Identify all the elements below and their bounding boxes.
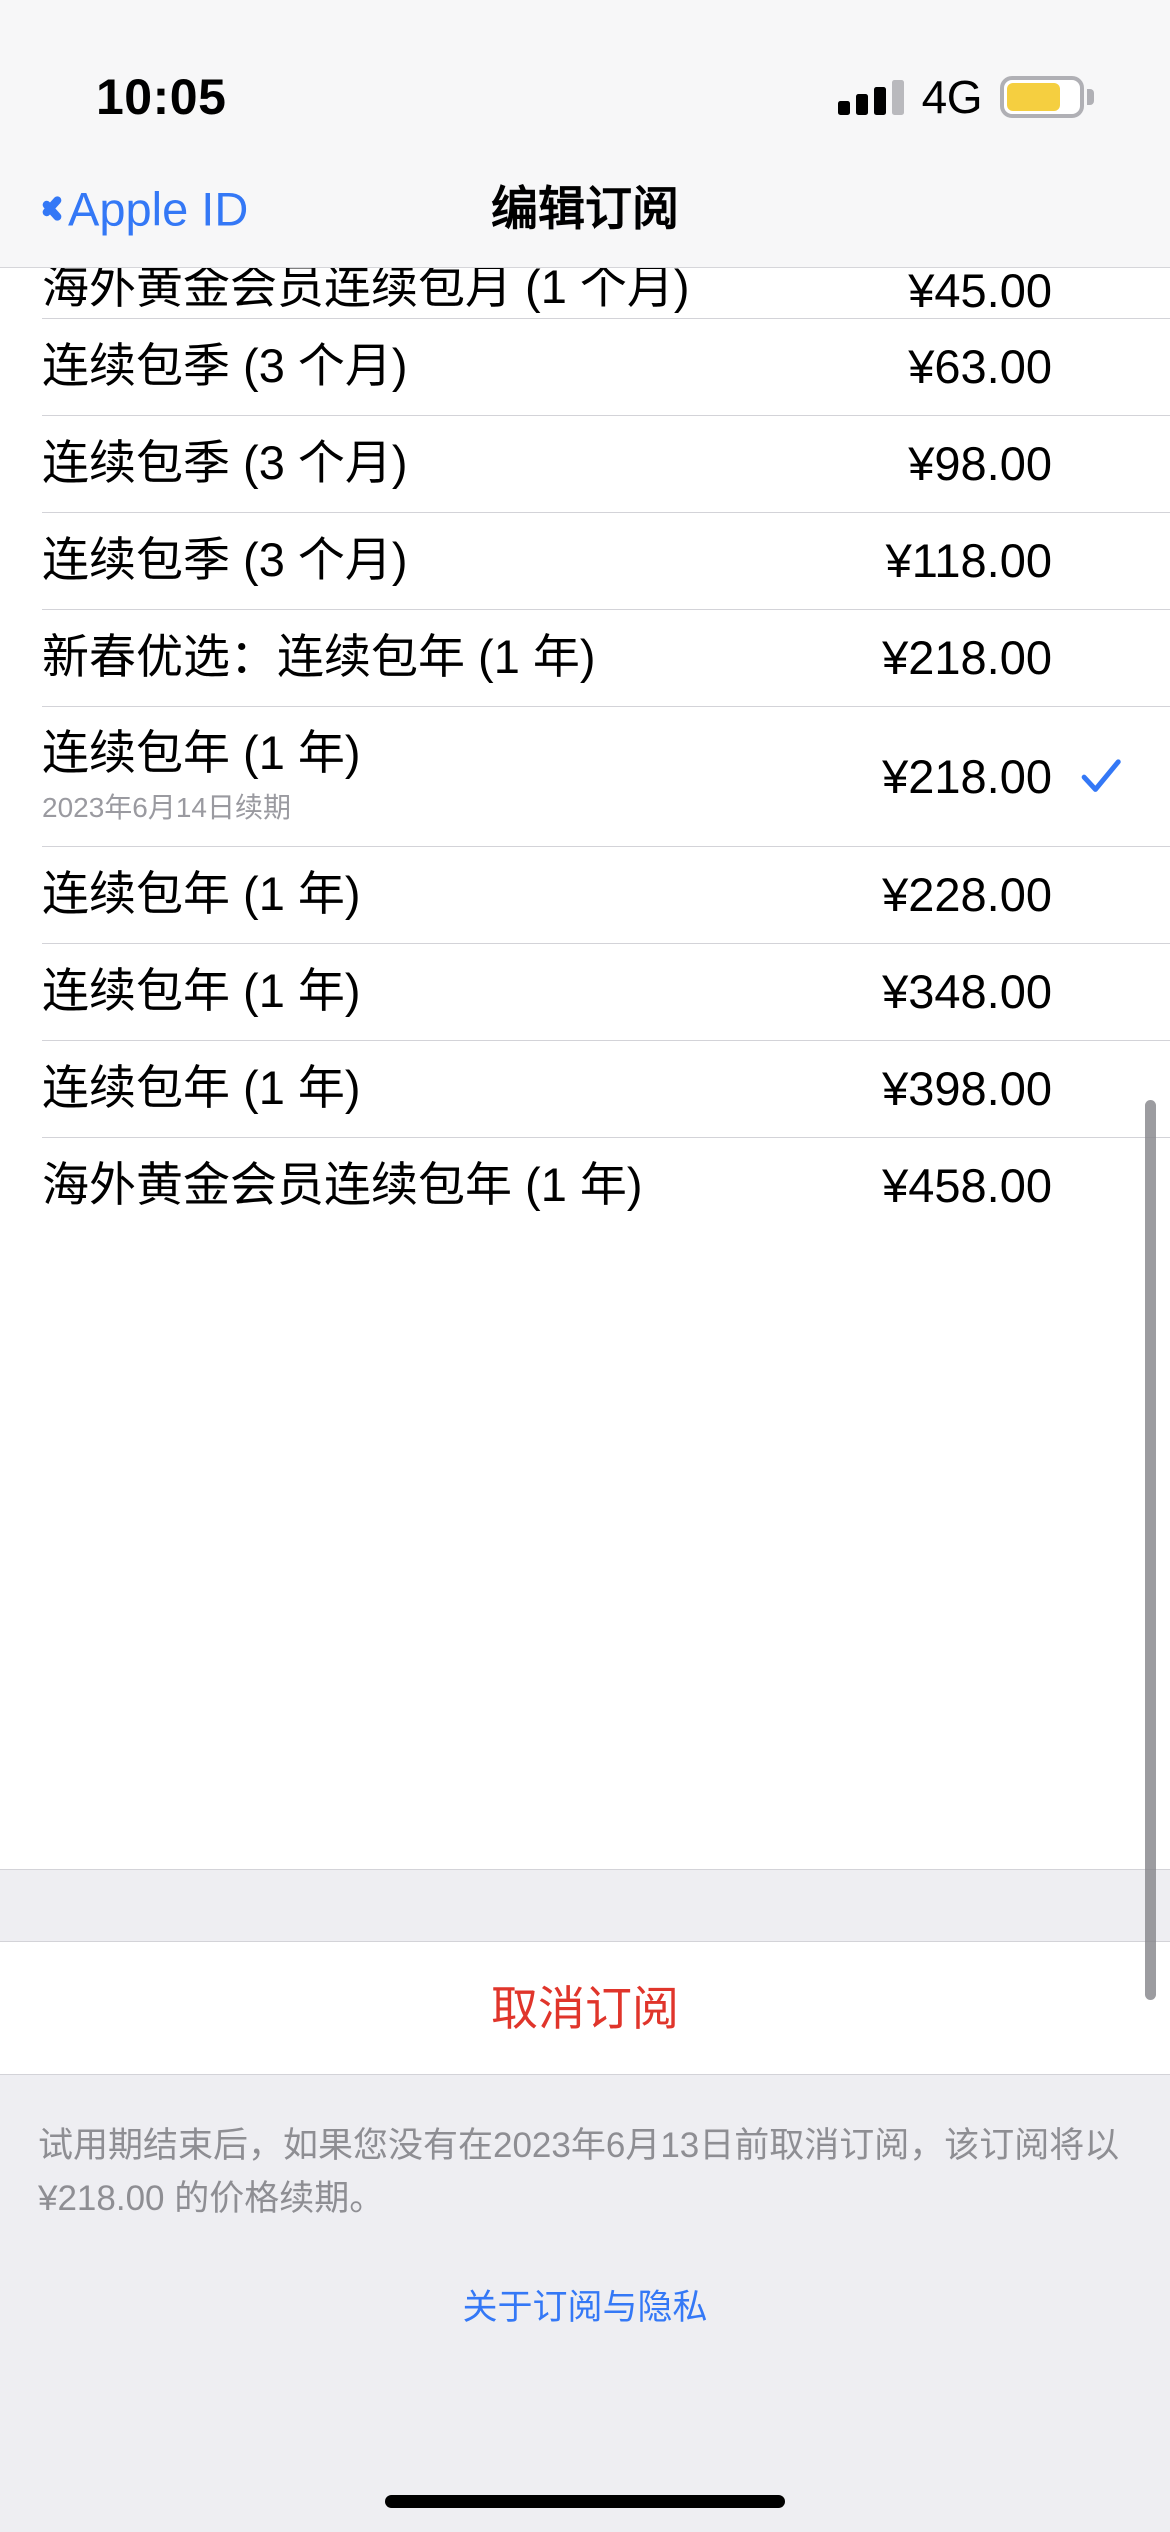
iphone-screen: 10:05 4G Apple ID 编辑订阅 海外黄金会员连续包月 (1 个月)… xyxy=(0,0,1170,2532)
checkmark-icon xyxy=(1078,753,1124,799)
status-bar: 10:05 4G xyxy=(0,0,1170,150)
plan-row-trailing: ¥218.00 xyxy=(882,753,1124,800)
network-type-label: 4G xyxy=(921,71,983,123)
plan-price: ¥348.00 xyxy=(882,965,1052,1018)
about-subscriptions-privacy-link[interactable]: 关于订阅与隐私 xyxy=(38,2285,1132,2331)
plan-title: 连续包年 (1 年) xyxy=(42,726,361,780)
plan-row-trailing: ¥63.00 xyxy=(908,343,1124,390)
cancel-subscription-button[interactable]: 取消订阅 xyxy=(0,1942,1170,2075)
plan-row-text: 新春优选：连续包年 (1 年) xyxy=(42,631,596,684)
plan-title: 连续包年 (1 年) xyxy=(42,1061,361,1115)
plan-row[interactable]: 连续包年 (1 年) 2023年6月14日续期 ¥218.00 xyxy=(0,706,1170,846)
plan-row[interactable]: 新春优选：连续包年 (1 年) ¥218.00 xyxy=(0,609,1170,706)
plan-price: ¥118.00 xyxy=(885,534,1052,587)
section-gap xyxy=(0,1869,1170,1942)
plan-row-trailing: ¥218.00 xyxy=(882,634,1124,681)
plan-renewal-date: 2023年6月14日续期 xyxy=(42,792,292,824)
plan-title: 连续包季 (3 个月) xyxy=(42,533,408,587)
plan-rows-container: 海外黄金会员连续包月 (1 个月) ¥45.00 连续包季 (3 个月) ¥63.00… xyxy=(0,268,1170,1234)
cancel-subscription-label: 取消订阅 xyxy=(491,1981,679,2035)
plan-row-text: 连续包年 (1 年) xyxy=(42,1062,361,1115)
plan-row[interactable]: 海外黄金会员连续包年 (1 年) ¥458.00 xyxy=(0,1137,1170,1234)
plan-title: 海外黄金会员连续包月 (1 个月) xyxy=(42,268,690,314)
plan-title: 新春优选：连续包年 (1 年) xyxy=(42,630,596,684)
plan-title: 连续包年 (1 年) xyxy=(42,867,361,921)
plan-row-text: 连续包年 (1 年) xyxy=(42,868,361,921)
plan-row-trailing: ¥98.00 xyxy=(908,440,1124,487)
plan-price: ¥398.00 xyxy=(882,1062,1052,1115)
subscription-plan-list[interactable]: 海外黄金会员连续包月 (1 个月) ¥45.00 连续包季 (3 个月) ¥63.00… xyxy=(0,268,1170,1869)
plan-price: ¥45.00 xyxy=(908,268,1052,317)
plan-row-trailing: ¥118.00 xyxy=(886,537,1124,584)
vertical-scrollbar[interactable] xyxy=(1145,1100,1156,2000)
status-bar-time: 10:05 xyxy=(96,69,227,125)
plan-row[interactable]: 连续包季 (3 个月) ¥98.00 xyxy=(0,415,1170,512)
page-title: 编辑订阅 xyxy=(491,182,679,235)
plan-price: ¥228.00 xyxy=(882,868,1052,921)
plan-row-text: 连续包年 (1 年) 2023年6月14日续期 xyxy=(42,727,361,824)
plan-row-trailing: ¥228.00 xyxy=(882,871,1124,918)
plan-row-text: 海外黄金会员连续包月 (1 个月) xyxy=(42,268,690,314)
plan-row[interactable]: 连续包年 (1 年) ¥348.00 xyxy=(0,943,1170,1040)
plan-price: ¥98.00 xyxy=(908,437,1052,490)
cellular-signal-icon xyxy=(837,79,904,115)
plan-row[interactable]: 连续包年 (1 年) ¥398.00 xyxy=(0,1040,1170,1137)
plan-price: ¥218.00 xyxy=(882,631,1052,684)
plan-row-text: 连续包年 (1 年) xyxy=(42,965,361,1018)
plan-row-trailing: ¥45.00 xyxy=(908,268,1124,314)
plan-row[interactable]: 连续包季 (3 个月) ¥118.00 xyxy=(0,512,1170,609)
plan-row-trailing: ¥398.00 xyxy=(882,1065,1124,1112)
plan-row[interactable]: 连续包季 (3 个月) ¥63.00 xyxy=(0,318,1170,415)
plan-row-trailing: ¥348.00 xyxy=(882,968,1124,1015)
plan-title: 海外黄金会员连续包年 (1 年) xyxy=(42,1158,643,1212)
plan-title: 连续包季 (3 个月) xyxy=(42,339,408,393)
battery-icon xyxy=(1000,76,1094,118)
navigation-bar: Apple ID 编辑订阅 xyxy=(0,150,1170,268)
plan-row-trailing: ¥458.00 xyxy=(882,1162,1124,1209)
plan-price: ¥63.00 xyxy=(908,340,1052,393)
footer-section: 试用期结束后，如果您没有在2023年6月13日前取消订阅，该订阅将以 ¥218.… xyxy=(0,2075,1170,2532)
plan-row[interactable]: 连续包年 (1 年) ¥228.00 xyxy=(0,846,1170,943)
home-indicator[interactable] xyxy=(385,2495,785,2508)
plan-price: ¥458.00 xyxy=(882,1159,1052,1212)
plan-row-text: 连续包季 (3 个月) xyxy=(42,534,408,587)
renewal-disclaimer-text: 试用期结束后，如果您没有在2023年6月13日前取消订阅，该订阅将以 ¥218.… xyxy=(38,2126,1120,2219)
plan-row-text: 海外黄金会员连续包年 (1 年) xyxy=(42,1159,643,1212)
plan-row-text: 连续包季 (3 个月) xyxy=(42,437,408,490)
plan-row-text: 连续包季 (3 个月) xyxy=(42,340,408,393)
plan-title: 连续包季 (3 个月) xyxy=(42,436,408,490)
status-bar-indicators: 4G xyxy=(837,71,1094,123)
plan-row[interactable]: 海外黄金会员连续包月 (1 个月) ¥45.00 xyxy=(0,268,1170,318)
plan-price: ¥218.00 xyxy=(882,749,1052,803)
plan-title: 连续包年 (1 年) xyxy=(42,964,361,1018)
